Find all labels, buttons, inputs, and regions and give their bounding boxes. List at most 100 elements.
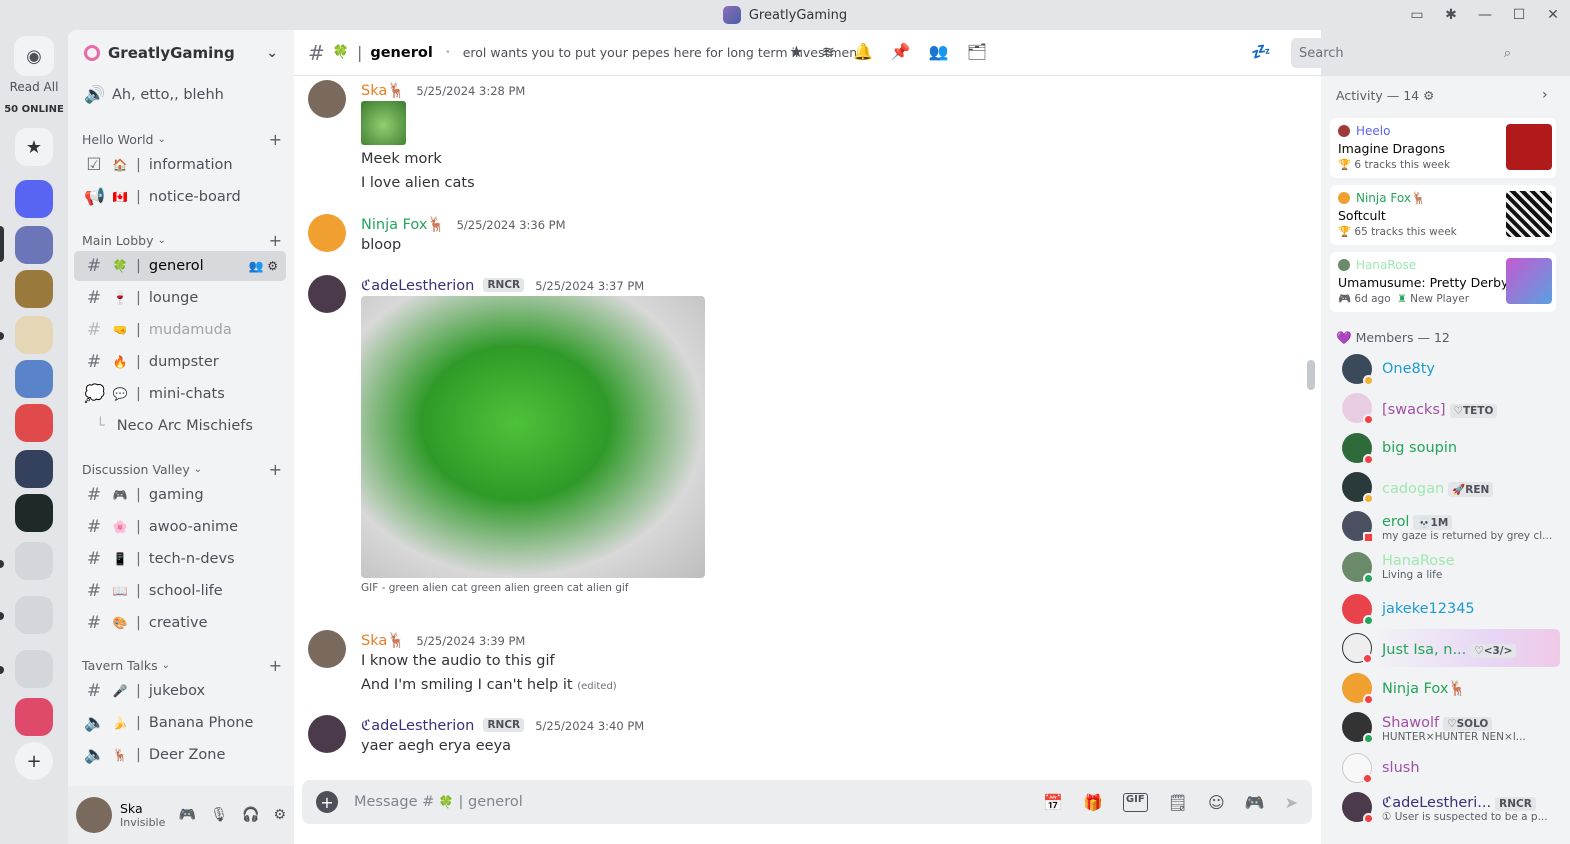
star-icon[interactable]: ★	[789, 42, 803, 61]
guild-header[interactable]: GreatlyGaming ⌄	[68, 30, 294, 76]
message-image[interactable]	[361, 101, 406, 145]
avatar[interactable]	[308, 275, 346, 313]
pin-icon[interactable]: 📌	[891, 42, 911, 61]
server-icon[interactable]	[15, 226, 53, 264]
gif-icon[interactable]: GIF	[1122, 792, 1148, 812]
chevron-down-icon[interactable]: ⌄	[266, 45, 278, 61]
member-item[interactable]: HanaRose Living a life	[1330, 548, 1560, 586]
channel-item[interactable]: # 🤜 | mudamuda	[74, 315, 286, 345]
microphone-icon[interactable]: 🎙	[210, 807, 228, 823]
maximize-button[interactable]: ☐	[1502, 0, 1536, 30]
channel-item[interactable]: 💭 💬 | mini-chats	[74, 379, 286, 409]
server-folder[interactable]	[15, 596, 53, 634]
thread-item[interactable]: └ Neco Arc Mischiefs	[74, 411, 286, 441]
inbox-icon[interactable]: 🗂	[967, 42, 987, 61]
server-icon[interactable]	[15, 404, 53, 442]
voice-channel-item[interactable]: 🔈 🍌 | Banana Phone	[74, 708, 286, 738]
channel-item[interactable]: # 🎤 | jukebox	[74, 676, 286, 706]
message-composer[interactable]: + Message # 🍀 | generol 📅 🎁 GIF 🗒 ☺ 🎮 ➤	[302, 780, 1312, 824]
bug-icon[interactable]: ✱	[1434, 0, 1468, 30]
channel-item[interactable]: # 📱 | tech-n-devs	[74, 544, 286, 574]
member-item[interactable]: Shawolf ♡SOLO HUNTER×HUNTER NEN×l...	[1330, 708, 1560, 746]
category-header[interactable]: Main Lobby ⌄ +	[82, 231, 282, 250]
read-all-button[interactable]: Read All	[0, 80, 68, 94]
member-item[interactable]: [swacks] ♡TETO	[1330, 389, 1560, 427]
gift-icon[interactable]: 🎁	[1083, 793, 1103, 812]
avatar[interactable]	[76, 797, 112, 833]
activity-card[interactable]: Heelo Imagine Dragons 🏆 6 tracks this we…	[1330, 118, 1556, 178]
inbox-icon[interactable]: ▭	[1400, 0, 1434, 30]
member-item[interactable]: jakeke12345	[1330, 590, 1560, 628]
member-item[interactable]: erol 💀1M my gaze is returned by grey cl...	[1330, 507, 1560, 545]
member-list-icon[interactable]: 👥	[929, 42, 949, 61]
server-folder[interactable]	[15, 650, 53, 688]
gear-icon[interactable]: ⚙	[1423, 88, 1434, 103]
invite-icon[interactable]: 👥	[248, 259, 263, 273]
close-button[interactable]: ✕	[1536, 0, 1570, 30]
headphones-icon[interactable]: 🎧	[242, 807, 259, 823]
avatar[interactable]	[308, 715, 346, 753]
channel-item-active[interactable]: # 🍀 | generol 👥 ⚙	[74, 251, 286, 281]
send-icon[interactable]: ➤	[1285, 793, 1298, 812]
category-header[interactable]: Tavern Talks ⌄ +	[82, 656, 282, 675]
member-item[interactable]: big soupin	[1330, 429, 1560, 467]
search-input[interactable]: Search ⌕	[1291, 38, 1519, 68]
channel-item[interactable]: # 🌸 | awoo-anime	[74, 512, 286, 542]
add-channel-icon[interactable]: +	[269, 231, 282, 250]
sticker-icon[interactable]: 🗒	[1168, 793, 1188, 812]
gear-icon[interactable]: ⚙	[267, 259, 278, 273]
calendar-icon[interactable]: 📅	[1043, 793, 1063, 812]
member-item[interactable]: ℭadeLestheri... RNCR ① User is suspected t…	[1330, 788, 1560, 826]
avatar[interactable]	[308, 630, 346, 668]
chevron-right-icon[interactable]: ›	[1542, 87, 1548, 103]
server-icon[interactable]	[15, 698, 53, 736]
channel-item[interactable]: # 🍷 | lounge	[74, 283, 286, 313]
channel-item[interactable]: # 🎨 | creative	[74, 608, 286, 638]
channel-item[interactable]: # 🔥 | dumpster	[74, 347, 286, 377]
channel-item[interactable]: # 📖 | school-life	[74, 576, 286, 606]
minimize-button[interactable]: —	[1468, 0, 1502, 30]
activity-card[interactable]: HanaRose Umamusume: Pretty Derby 🎮 6d ag…	[1330, 252, 1556, 312]
category-header[interactable]: Discussion Valley ⌄ +	[82, 460, 282, 479]
message-author[interactable]: ℭadeLestherion	[361, 278, 474, 294]
bell-icon[interactable]: 🔔	[853, 42, 873, 61]
message-author[interactable]: ℭadeLestherion	[361, 718, 474, 734]
server-icon[interactable]	[15, 450, 53, 488]
activities-icon[interactable]: 🎮	[1245, 793, 1265, 812]
server-icon[interactable]	[15, 494, 53, 532]
member-item[interactable]: Ninja Fox🦌	[1330, 669, 1560, 707]
add-channel-icon[interactable]: +	[269, 460, 282, 479]
avatar[interactable]	[308, 214, 346, 252]
channel-item[interactable]: 🔊 Ah, etto,, blehh	[74, 80, 286, 110]
sleep-icon[interactable]: 💤	[1251, 42, 1271, 61]
member-item[interactable]: slush	[1330, 749, 1560, 787]
direct-messages-button[interactable]: ◉	[14, 36, 54, 76]
channel-item[interactable]: ☑ 🏠 | information	[74, 150, 286, 180]
add-channel-icon[interactable]: +	[269, 656, 282, 675]
member-item[interactable]: cadogan 🚀REN	[1330, 468, 1560, 506]
channel-item[interactable]: 📢 🇨🇦 | notice-board	[74, 182, 286, 212]
voice-channel-item[interactable]: 🔈 🦌 | Deer Zone	[74, 740, 286, 770]
server-icon[interactable]	[15, 316, 53, 354]
avatar[interactable]	[308, 80, 346, 118]
member-item[interactable]: One8ty	[1330, 350, 1560, 388]
channel-item[interactable]: # 🎮 | gaming	[74, 480, 286, 510]
server-folder[interactable]	[15, 542, 53, 580]
add-channel-icon[interactable]: +	[269, 130, 282, 149]
favorites-server[interactable]: ★	[15, 128, 53, 166]
gamepad-icon[interactable]: 🎮	[179, 807, 196, 823]
member-item[interactable]: Just Isa, n... ♡<3/>	[1330, 629, 1560, 667]
add-server-button[interactable]: +	[15, 742, 53, 780]
server-icon[interactable]	[15, 270, 53, 308]
emoji-icon[interactable]: ☺	[1208, 793, 1225, 812]
activity-card[interactable]: Ninja Fox🦌 Softcult 🏆 65 tracks this wee…	[1330, 185, 1556, 245]
server-discord[interactable]	[15, 180, 53, 218]
category-header[interactable]: Hello World ⌄ +	[82, 130, 282, 149]
threads-icon[interactable]: ≋	[822, 42, 835, 61]
chat-scrollbar[interactable]	[1307, 360, 1315, 390]
message-author[interactable]: Ska🦌	[361, 633, 405, 649]
message-author[interactable]: Ninja Fox🦌	[361, 217, 445, 233]
message-author[interactable]: Ska🦌	[361, 83, 405, 99]
gif-embed[interactable]	[361, 296, 705, 578]
gear-icon[interactable]: ⚙	[273, 807, 286, 823]
